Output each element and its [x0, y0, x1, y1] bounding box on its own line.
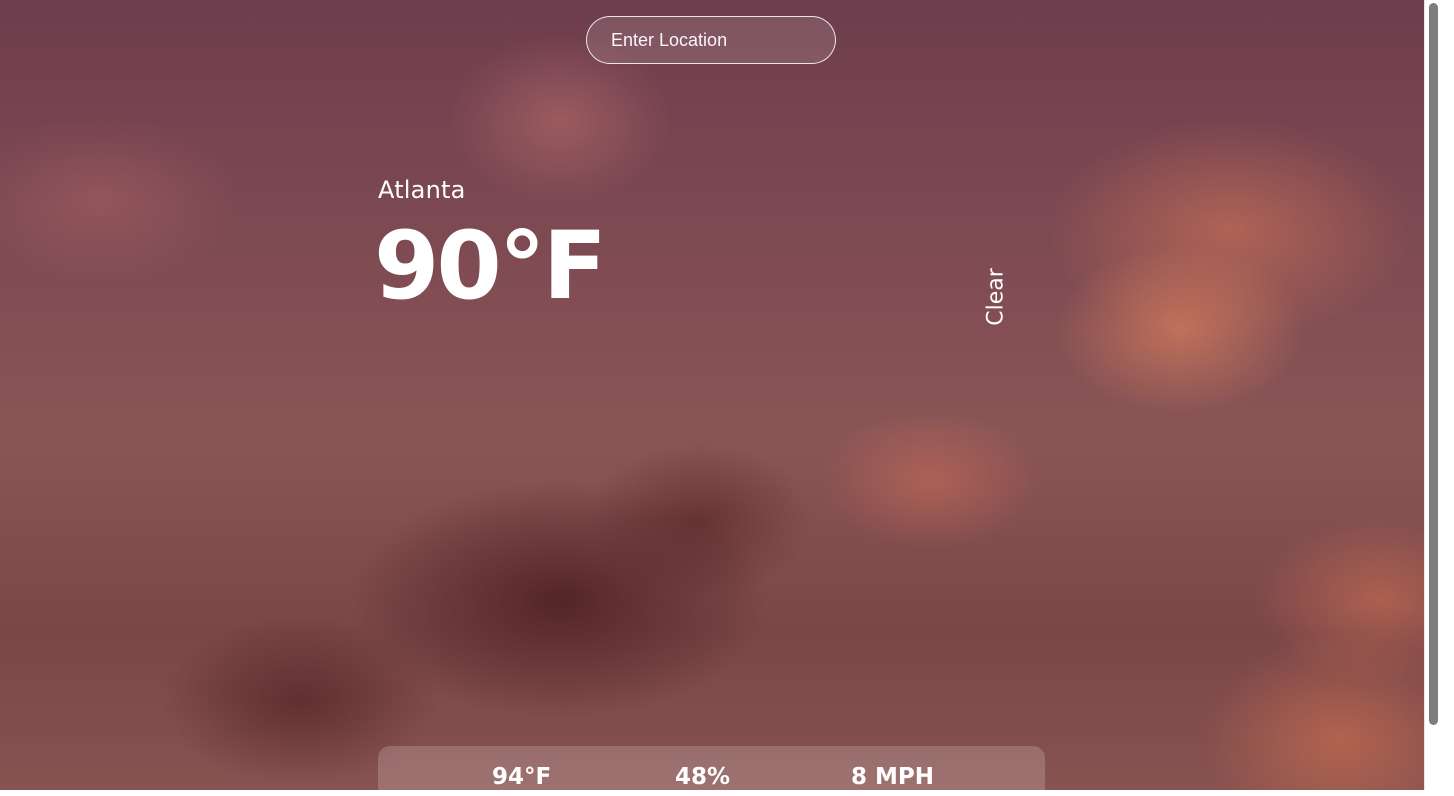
- search-bar[interactable]: [586, 16, 836, 64]
- wind-speed-value: 8 MPH: [851, 764, 935, 790]
- humidity-value: 48%: [675, 764, 731, 790]
- location-name: Atlanta: [378, 176, 466, 204]
- page-bottom-edge: [0, 790, 1454, 796]
- weather-condition: Clear: [978, 268, 1014, 326]
- current-temperature: 90°F: [374, 212, 607, 321]
- feels-like-value: 94°F: [492, 764, 552, 790]
- weather-condition-label: Clear: [983, 268, 1009, 326]
- scrollbar-thumb[interactable]: [1429, 3, 1438, 725]
- location-search-input[interactable]: [587, 17, 835, 63]
- weather-app-viewport: Atlanta 90°F Clear 94°F 48% 8 MPH: [0, 0, 1424, 790]
- weather-details-panel: 94°F 48% 8 MPH: [378, 746, 1045, 790]
